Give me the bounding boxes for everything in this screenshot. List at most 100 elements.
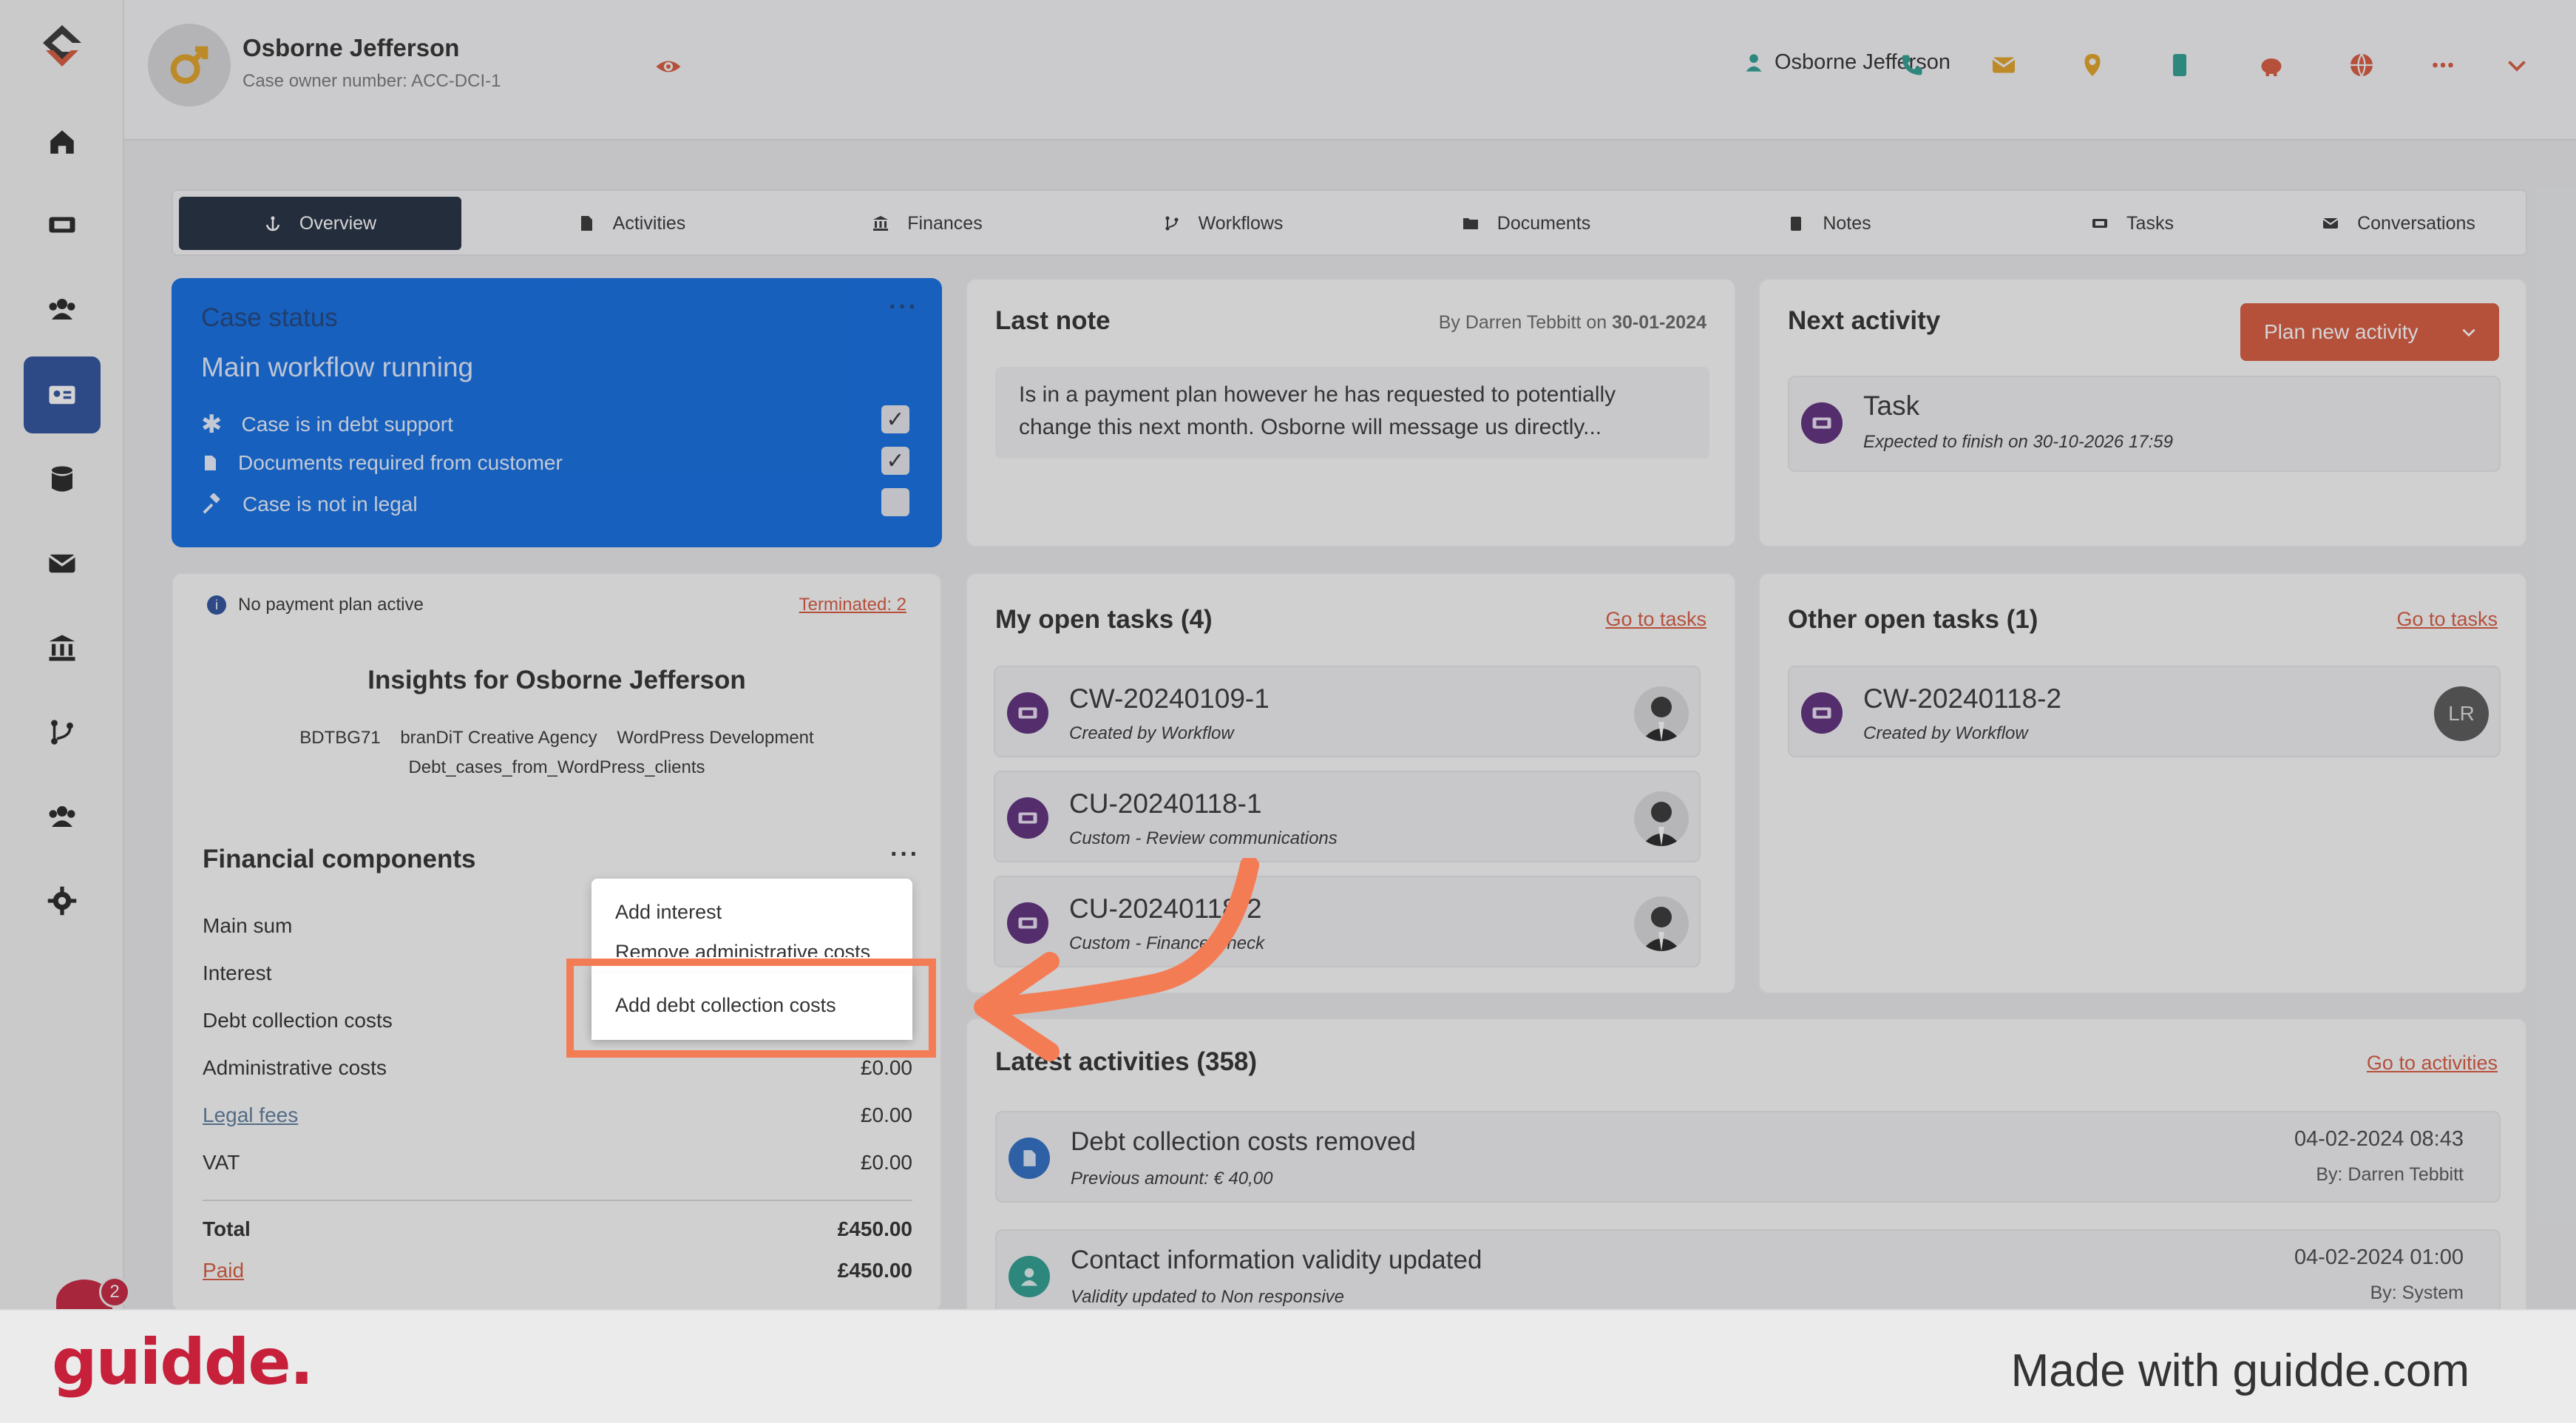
- mobile-icon[interactable]: [2166, 52, 2193, 78]
- task-item[interactable]: CW-20240109-1 Created by Workflow: [994, 666, 1701, 757]
- financial-menu-icon[interactable]: ···: [890, 840, 920, 869]
- insight-tag[interactable]: Debt_cases_from_WordPress_clients: [173, 757, 940, 778]
- tab-finances[interactable]: Finances: [787, 197, 1068, 250]
- tab-label: Documents: [1497, 212, 1591, 234]
- assignee-avatar: [1634, 791, 1689, 846]
- case-status-menu-icon[interactable]: ···: [889, 293, 918, 322]
- insight-tag[interactable]: branDiT Creative Agency: [400, 728, 597, 748]
- last-note-meta: By Darren Tebbitt on 30-01-2024: [1439, 312, 1706, 334]
- assignee-avatar: [1634, 896, 1689, 951]
- checkbox-debt-support[interactable]: ✓: [881, 405, 909, 433]
- sidebar-cases[interactable]: [24, 356, 101, 433]
- tab-activities[interactable]: Activities: [491, 197, 772, 250]
- guidde-footer: guidde. Made with guidde.com: [0, 1309, 2576, 1423]
- pointer-arrow-icon: [974, 858, 1259, 1061]
- activity-item[interactable]: Contact information validity updated Val…: [995, 1229, 2501, 1321]
- sidebar-database[interactable]: [24, 441, 101, 518]
- case-name: Osborne Jefferson: [243, 34, 460, 61]
- piggy-bank-icon[interactable]: [2258, 52, 2285, 78]
- case-status-row: Case is not in legal: [201, 493, 418, 516]
- tab-overview[interactable]: Overview: [179, 197, 461, 250]
- branch-icon: [1165, 216, 1179, 231]
- users-icon: [49, 299, 75, 320]
- next-activity-card: Next activity Plan new activity Task Exp…: [1758, 278, 2527, 547]
- more-horizontal-icon[interactable]: [2430, 52, 2456, 78]
- plan-new-activity-button[interactable]: Plan new activity: [2240, 303, 2499, 361]
- go-to-activities-link[interactable]: Go to activities: [2367, 1052, 2498, 1075]
- email-icon[interactable]: [1990, 52, 2017, 78]
- fin-label: Debt collection costs: [203, 1009, 393, 1032]
- fin-value: £450.00: [837, 1259, 912, 1282]
- task-item[interactable]: CU-20240118-1 Custom - Review communicat…: [994, 771, 1701, 862]
- checkbox-documents-required[interactable]: ✓: [881, 447, 909, 475]
- bank-icon: [873, 216, 889, 231]
- checkmark-icon: ✓: [886, 407, 905, 432]
- fin-label: VAT: [203, 1151, 240, 1174]
- last-note-author: By Darren Tebbitt on: [1438, 312, 1607, 333]
- task-type-icon: [1801, 402, 1843, 444]
- sidebar-home[interactable]: [24, 104, 101, 180]
- insight-tag[interactable]: BDTBG71: [299, 728, 380, 748]
- task-sub: Created by Workflow: [1863, 723, 2028, 743]
- fin-label: Interest: [203, 961, 272, 984]
- task-type-icon: [1801, 692, 1843, 734]
- ticket-icon: [1812, 707, 1831, 719]
- insight-tag[interactable]: WordPress Development: [617, 728, 813, 748]
- tab-workflows[interactable]: Workflows: [1082, 197, 1363, 250]
- envelope-icon: [48, 554, 76, 573]
- legal-fees-link[interactable]: Legal fees: [203, 1103, 298, 1126]
- location-pin-icon[interactable]: [2079, 52, 2106, 78]
- guidde-logo: guidde.: [52, 1325, 313, 1399]
- fin-row-vat: VAT £0.00: [203, 1151, 912, 1174]
- activity-sub: Previous amount: € 40,00: [1071, 1169, 1273, 1189]
- last-note-text[interactable]: Is in a payment plan however he has requ…: [995, 367, 1709, 459]
- insights-tags: BDTBG71 branDiT Creative Agency WordPres…: [173, 728, 940, 748]
- chevron-down-icon: [2462, 328, 2475, 337]
- phone-icon[interactable]: [1899, 52, 1925, 78]
- globe-icon[interactable]: [2348, 52, 2375, 78]
- tab-label: Finances: [907, 212, 983, 234]
- divider: [203, 1200, 912, 1201]
- sidebar: 2: [0, 0, 130, 1324]
- insights-title: Insights for Osborne Jefferson: [367, 666, 746, 694]
- go-to-tasks-link[interactable]: Go to tasks: [2396, 608, 2498, 631]
- task-item[interactable]: CW-20240118-2 Created by Workflow LR: [1788, 666, 2501, 757]
- terminated-link[interactable]: Terminated: 2: [799, 595, 906, 615]
- sidebar-tickets[interactable]: [24, 186, 101, 263]
- sidebar-contacts[interactable]: [24, 271, 101, 348]
- go-to-tasks-link[interactable]: Go to tasks: [1605, 608, 1706, 631]
- tab-label: Activities: [612, 212, 686, 234]
- paid-link[interactable]: Paid: [203, 1259, 244, 1282]
- info-icon: i: [207, 595, 226, 615]
- sidebar-mail[interactable]: [24, 525, 101, 602]
- case-header: Osborne Jefferson Case owner number: ACC…: [124, 0, 2576, 141]
- sidebar-teams[interactable]: [24, 778, 101, 855]
- menu-item-remove-admin-costs[interactable]: Remove administrative costs: [615, 941, 870, 957]
- activity-item[interactable]: Debt collection costs removed Previous a…: [995, 1111, 2501, 1203]
- eye-icon[interactable]: [655, 53, 682, 80]
- fin-value: £450.00: [837, 1217, 912, 1240]
- sidebar-bank[interactable]: [24, 609, 101, 686]
- case-status-row: ✱ Case is in debt support: [201, 410, 453, 439]
- chevron-down-icon[interactable]: [2504, 52, 2530, 78]
- tab-documents[interactable]: Documents: [1386, 197, 1667, 250]
- male-symbol-icon: [170, 46, 209, 84]
- checkbox-not-in-legal[interactable]: [881, 488, 909, 516]
- menu-item-add-interest[interactable]: Add interest: [615, 901, 722, 924]
- plan-new-activity-label: Plan new activity: [2264, 320, 2419, 343]
- case-status-row-label: Documents required from customer: [238, 451, 563, 474]
- tab-label: Conversations: [2357, 212, 2475, 234]
- tab-conversations[interactable]: Conversations: [2273, 197, 2524, 250]
- ticket-icon: [1018, 707, 1037, 719]
- tab-notes[interactable]: Notes: [1689, 197, 1970, 250]
- branch-icon: [51, 720, 73, 745]
- next-activity-item[interactable]: Task Expected to finish on 30-10-2026 17…: [1788, 376, 2501, 472]
- sidebar-settings[interactable]: [24, 862, 101, 939]
- app-logo-icon[interactable]: [35, 21, 89, 74]
- tab-tasks[interactable]: Tasks: [1992, 197, 2273, 250]
- sidebar-workflows[interactable]: [24, 694, 101, 771]
- team-icon: [49, 806, 75, 827]
- fin-row-administrative: Administrative costs £0.00: [203, 1056, 912, 1080]
- id-card-icon: [49, 385, 75, 405]
- last-note-title: Last note: [995, 306, 1111, 335]
